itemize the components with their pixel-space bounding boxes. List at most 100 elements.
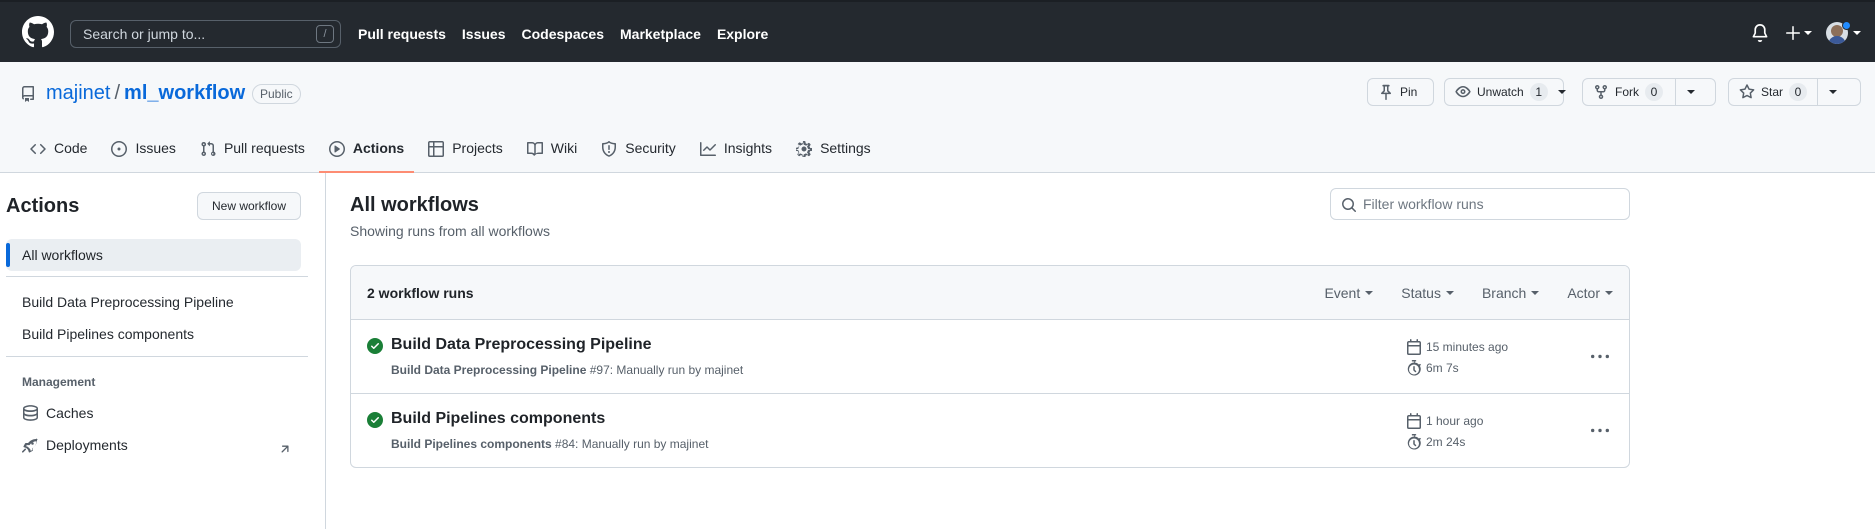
fork-count: 0	[1645, 83, 1663, 101]
nav-pull-requests[interactable]: Pull requests	[358, 26, 446, 42]
filter-workflow-runs-input[interactable]	[1363, 194, 1623, 214]
pin-button[interactable]: Pin	[1367, 78, 1434, 106]
new-workflow-button[interactable]: New workflow	[197, 192, 301, 220]
bell-icon[interactable]	[1751, 23, 1771, 43]
chevron-down-icon	[1829, 90, 1838, 94]
chevron-down-icon	[1365, 291, 1374, 295]
repo-name-link[interactable]: ml_workflow	[124, 82, 245, 104]
star-dropdown[interactable]	[1818, 79, 1848, 105]
sidebar-item-deployments[interactable]: Deployments	[22, 437, 128, 453]
tab-pull-requests[interactable]: Pull requests	[190, 134, 315, 172]
check-circle-fill-icon	[367, 412, 383, 428]
watch-count: 1	[1529, 83, 1548, 101]
workflow-run-row: Build Pipelines components Build Pipelin…	[351, 394, 1629, 467]
run-meta: Build Pipelines components #84: Manually…	[391, 437, 708, 451]
repo-forked-icon	[1593, 84, 1609, 100]
repo-owner-link[interactable]: majinet	[46, 82, 110, 104]
run-time-label: 15 minutes ago	[1426, 340, 1509, 354]
chevron-down-icon	[1605, 291, 1613, 295]
nav-marketplace[interactable]: Marketplace	[620, 26, 701, 42]
tab-actions-label: Actions	[352, 140, 405, 156]
play-icon	[328, 141, 345, 157]
search-placeholder: Search or jump to...	[83, 26, 206, 42]
tab-issues-label: Issues	[135, 140, 176, 156]
header-actions	[1751, 20, 1861, 44]
filter-label: Branch	[1481, 285, 1527, 301]
kebab-horizontal-icon[interactable]	[1591, 422, 1609, 440]
sidebar-item-build-data-preprocessing-pipeline[interactable]: Build Data Preprocessing Pipeline	[22, 294, 234, 310]
user-menu[interactable]	[1826, 20, 1861, 44]
fork-button[interactable]: Fork 0	[1582, 78, 1716, 106]
search-shortcut-key: /	[316, 25, 334, 43]
global-header: Search or jump to... / Pull requests Iss…	[0, 0, 1875, 62]
fork-dropdown[interactable]	[1676, 79, 1706, 105]
tab-settings[interactable]: Settings	[786, 134, 881, 172]
filter-actor-dropdown[interactable]: Actor	[1567, 285, 1613, 301]
gear-icon	[796, 141, 813, 157]
kebab-horizontal-icon[interactable]	[1591, 348, 1609, 366]
rocket-icon	[22, 437, 38, 453]
run-duration: 6m 7s	[1406, 360, 1459, 376]
search-icon	[1341, 197, 1357, 213]
tab-insights[interactable]: Insights	[690, 134, 782, 172]
tab-issues[interactable]: Issues	[101, 134, 185, 172]
filter-event-dropdown[interactable]: Event	[1324, 285, 1374, 301]
pin-label: Pin	[1400, 85, 1418, 99]
run-title-link[interactable]: Build Data Preprocessing Pipeline	[391, 336, 652, 354]
nav-codespaces[interactable]: Codespaces	[522, 26, 604, 42]
repo-icon	[20, 86, 36, 102]
shield-icon	[601, 141, 617, 157]
nav-explore[interactable]: Explore	[717, 26, 768, 42]
tab-code[interactable]: Code	[20, 134, 97, 172]
filter-status-dropdown[interactable]: Status	[1401, 285, 1454, 301]
tab-settings-label: Settings	[820, 140, 871, 156]
table-icon	[428, 141, 445, 157]
page-title: All workflows	[350, 194, 479, 216]
database-icon	[22, 405, 38, 421]
stopwatch-icon	[1406, 360, 1422, 376]
tab-code-label: Code	[54, 140, 88, 156]
run-workflow-name: Build Pipelines components	[391, 437, 552, 451]
calendar-icon	[1406, 413, 1422, 429]
status-dot	[1842, 20, 1851, 30]
chevron-down-icon	[1557, 90, 1566, 94]
tab-security[interactable]: Security	[591, 134, 686, 172]
workflow-run-row: Build Data Preprocessing Pipeline Build …	[351, 320, 1629, 394]
workflow-runs-header: 2 workflow runs Event Status Branch Acto…	[351, 266, 1629, 320]
run-meta: Build Data Preprocessing Pipeline #97: M…	[391, 363, 743, 377]
calendar-icon	[1406, 339, 1422, 355]
tab-pull-requests-label: Pull requests	[223, 140, 305, 156]
tab-actions[interactable]: Actions	[318, 134, 415, 173]
create-new-dropdown[interactable]	[1785, 25, 1812, 41]
tab-projects[interactable]: Projects	[418, 134, 513, 172]
filter-label: Event	[1324, 285, 1361, 301]
filter-workflow-runs-field[interactable]	[1330, 188, 1630, 220]
global-search-input[interactable]: Search or jump to... /	[70, 20, 341, 48]
chevron-down-icon	[1531, 291, 1540, 295]
actions-sidebar: Actions New workflow All workflows Build…	[0, 173, 326, 529]
git-pull-request-icon	[200, 141, 216, 157]
nav-issues[interactable]: Issues	[462, 26, 506, 42]
tab-projects-label: Projects	[452, 140, 503, 156]
sidebar-title: Actions	[6, 195, 80, 217]
tab-wiki[interactable]: Wiki	[517, 134, 587, 172]
github-logo-icon[interactable]	[22, 16, 54, 48]
issue-opened-icon	[111, 141, 128, 157]
filter-label: Actor	[1567, 285, 1600, 301]
star-icon	[1739, 84, 1755, 100]
arrow-up-right-icon	[278, 442, 292, 456]
sidebar-item-caches[interactable]: Caches	[22, 405, 93, 421]
run-title-link[interactable]: Build Pipelines components	[391, 410, 605, 428]
run-time-label: 1 hour ago	[1426, 414, 1484, 428]
run-duration: 2m 24s	[1406, 434, 1465, 450]
fork-label: Fork	[1615, 85, 1639, 99]
unwatch-button[interactable]: Unwatch 1	[1444, 78, 1566, 106]
sidebar-item-all-workflows[interactable]: All workflows	[6, 239, 301, 271]
filter-branch-dropdown[interactable]: Branch	[1481, 285, 1540, 301]
workflow-runs-box: 2 workflow runs Event Status Branch Acto…	[350, 265, 1630, 468]
sidebar-item-build-pipelines-components[interactable]: Build Pipelines components	[22, 326, 194, 342]
run-workflow-name: Build Data Preprocessing Pipeline	[391, 363, 587, 377]
star-button[interactable]: Star 0	[1728, 78, 1861, 106]
filter-label: Status	[1401, 285, 1441, 301]
check-circle-fill-icon	[367, 338, 383, 354]
